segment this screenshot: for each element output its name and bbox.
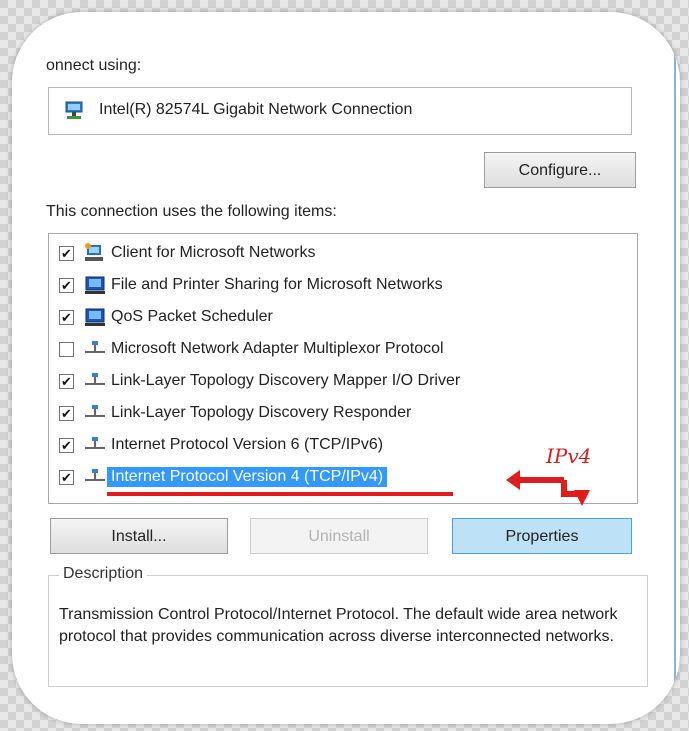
- item-label: QoS Packet Scheduler: [111, 308, 273, 325]
- uninstall-button[interactable]: Uninstall: [250, 518, 428, 554]
- item-label: File and Printer Sharing for Microsoft N…: [111, 276, 443, 293]
- list-item[interactable]: ✔ Internet Protocol Version 6 (TCP/IPv6): [59, 434, 629, 458]
- network-client-icon: [85, 243, 103, 261]
- network-service-icon: [85, 308, 105, 326]
- protocol-icon: [85, 373, 105, 385]
- install-button[interactable]: Install...: [50, 518, 228, 554]
- protocol-icon: [85, 341, 105, 353]
- checkbox[interactable]: ✔: [59, 406, 74, 421]
- item-label: Microsoft Network Adapter Multiplexor Pr…: [111, 340, 444, 357]
- checkbox[interactable]: ✔: [59, 278, 74, 293]
- description-groupbox: Description Transmission Control Protoco…: [48, 565, 648, 687]
- list-item[interactable]: ✔ File and Printer Sharing for Microsoft…: [59, 274, 629, 298]
- list-item[interactable]: ✔ QoS Packet Scheduler: [59, 306, 629, 330]
- network-service-icon: [85, 276, 105, 294]
- protocol-icon: [85, 469, 105, 481]
- item-label: Internet Protocol Version 6 (TCP/IPv6): [111, 436, 384, 453]
- item-label: Client for Microsoft Networks: [111, 244, 316, 261]
- connect-using-label: onnect using:: [46, 57, 142, 74]
- item-label: Link-Layer Topology Discovery Mapper I/O…: [111, 372, 461, 389]
- list-item[interactable]: ✔ Link-Layer Topology Discovery Responde…: [59, 402, 629, 426]
- checkbox[interactable]: ✔: [59, 246, 74, 261]
- protocol-icon: [85, 405, 105, 417]
- protocol-icon: [85, 437, 105, 449]
- red-arrow-annotation-icon: [506, 470, 590, 506]
- items-label: This connection uses the following items…: [46, 203, 337, 220]
- properties-button[interactable]: Properties: [452, 518, 632, 554]
- adapter-name: Intel(R) 82574L Gigabit Network Connecti…: [99, 101, 413, 118]
- red-underline-annotation: [107, 492, 453, 496]
- network-adapter-icon: [65, 101, 83, 119]
- description-title: Description: [59, 565, 148, 583]
- checkbox[interactable]: ✔: [59, 438, 74, 453]
- item-label: Internet Protocol Version 4 (TCP/IPv4): [107, 467, 388, 487]
- checkbox[interactable]: [59, 342, 74, 357]
- list-item[interactable]: ✔ Client for Microsoft Networks: [59, 242, 629, 266]
- configure-button[interactable]: Configure...: [484, 152, 636, 188]
- adapter-box: Intel(R) 82574L Gigabit Network Connecti…: [48, 87, 632, 135]
- checkbox[interactable]: ✔: [59, 310, 74, 325]
- checkbox[interactable]: ✔: [59, 374, 74, 389]
- description-text: Transmission Control Protocol/Internet P…: [59, 606, 618, 645]
- checkbox[interactable]: ✔: [59, 470, 74, 485]
- list-item[interactable]: Microsoft Network Adapter Multiplexor Pr…: [59, 338, 629, 362]
- rounded-frame: onnect using: Intel(R) 82574L Gigabit Ne…: [12, 12, 680, 724]
- item-label: Link-Layer Topology Discovery Responder: [111, 404, 412, 421]
- list-item[interactable]: ✔ Link-Layer Topology Discovery Mapper I…: [59, 370, 629, 394]
- properties-dialog: onnect using: Intel(R) 82574L Gigabit Ne…: [32, 12, 676, 716]
